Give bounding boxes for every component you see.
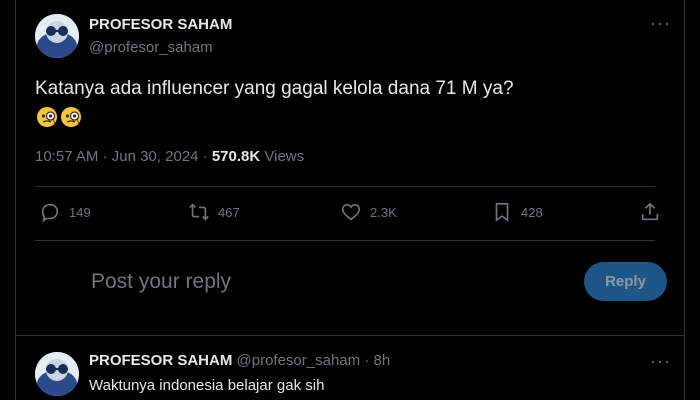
more-options-icon[interactable]: ··· [650, 14, 671, 32]
retweet-action[interactable]: 467 [188, 201, 240, 223]
share-icon [641, 202, 659, 221]
bookmark-action[interactable]: 428 [491, 201, 543, 223]
reply-avatar[interactable] [35, 352, 79, 396]
emoji-row [36, 106, 82, 128]
tweet-date[interactable]: Jun 30, 2024 [112, 148, 199, 165]
reply-header: PROFESOR SAHAM @profesor_saham · 8h [89, 352, 390, 369]
like-action[interactable]: 2.3K [340, 201, 397, 223]
retweet-count: 467 [218, 204, 240, 220]
reply-action[interactable]: 149 [39, 201, 91, 223]
retweet-icon [189, 203, 209, 221]
reply-text: Waktunya indonesia belajar gak sih [89, 377, 325, 394]
avatar-image [35, 14, 79, 58]
reply-icon [41, 203, 59, 223]
bookmark-count: 428 [521, 204, 543, 220]
like-count: 2.3K [370, 204, 397, 220]
reply-author-handle[interactable]: @profesor_saham [237, 352, 361, 369]
views-count: 570.8K [211, 148, 261, 165]
reply-count: 149 [69, 204, 91, 220]
avatar-image [35, 352, 79, 396]
reply-age[interactable]: 8h [373, 352, 390, 369]
tweet-text: Katanya ada influencer yang gagal kelola… [35, 78, 514, 99]
share-action[interactable] [639, 201, 661, 223]
views-label: Views [264, 148, 305, 165]
reply-input[interactable]: Post your reply [91, 270, 231, 294]
avatar[interactable] [35, 14, 79, 58]
reply-author-name[interactable]: PROFESOR SAHAM [89, 352, 232, 369]
divider [15, 335, 685, 336]
action-bar: 149 467 2.3K 428 [35, 201, 665, 227]
bookmark-icon [495, 202, 509, 222]
meta-separator: · [102, 148, 108, 165]
timeline-column [15, 0, 685, 400]
heart-icon [341, 203, 361, 221]
face-with-monocle-icon [61, 107, 81, 127]
reply-more-options-icon[interactable]: ··· [650, 352, 671, 370]
reply-button[interactable]: Reply [584, 262, 667, 301]
author-name[interactable]: PROFESOR SAHAM [89, 16, 232, 33]
divider [35, 240, 655, 241]
meta-separator: · [364, 352, 370, 369]
meta-separator: · [202, 148, 208, 165]
tweet-time[interactable]: 10:57 AM [35, 148, 98, 165]
divider [35, 186, 655, 187]
tweet-meta: 10:57 AM · Jun 30, 2024 · 570.8K Views [35, 148, 304, 165]
face-with-monocle-icon [37, 107, 57, 127]
author-handle[interactable]: @profesor_saham [89, 39, 213, 56]
